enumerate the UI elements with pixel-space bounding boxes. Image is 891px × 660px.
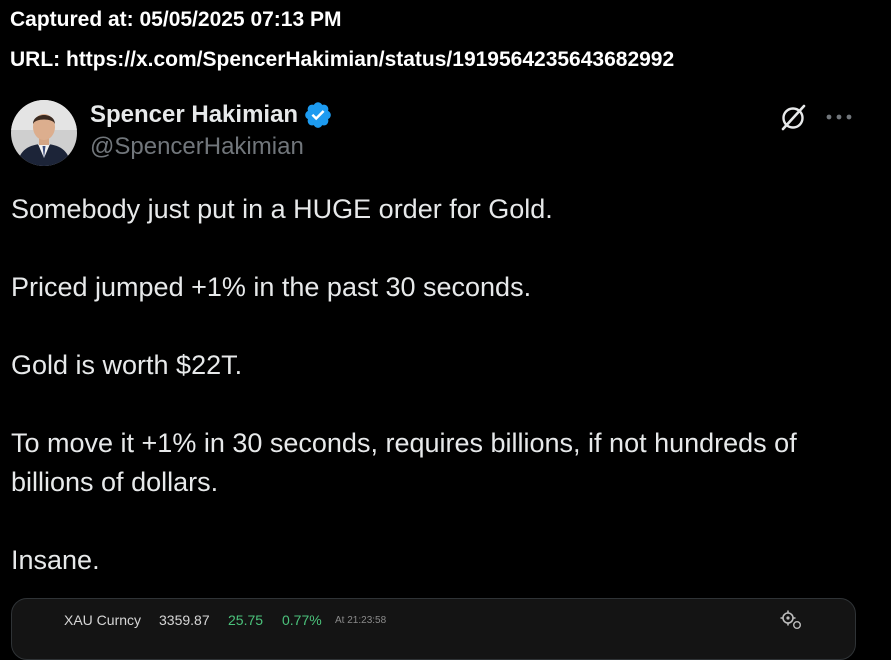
tweet-paragraph: Priced jumped +1% in the past 30 seconds…	[11, 272, 532, 302]
tweet-paragraph: To move it +1% in 30 seconds, requires b…	[11, 428, 797, 497]
tweet-media-card[interactable]: XAU Curncy 3359.87 25.75 0.77% At 21:23:…	[11, 598, 856, 660]
ticker-symbol: XAU Curncy	[64, 612, 142, 628]
ticker-change: 25.75	[228, 612, 264, 628]
tweet-paragraph: Somebody just put in a HUGE order for Go…	[11, 194, 553, 224]
verified-badge-icon	[303, 100, 333, 130]
ticker-time: At 21:23:58	[335, 615, 387, 626]
ticker-change-percent: 0.77%	[282, 612, 322, 628]
ticker-price: 3359.87	[159, 612, 210, 628]
tweet-paragraph: Insane.	[11, 545, 100, 575]
grok-icon[interactable]	[778, 102, 808, 132]
avatar[interactable]	[11, 100, 77, 166]
gears-icon	[779, 609, 803, 631]
url-text: URL: https://x.com/SpencerHakimian/statu…	[10, 48, 675, 71]
author-name-row: Spencer Hakimian	[90, 100, 333, 130]
tweet-text: Somebody just put in a HUGE order for Go…	[11, 190, 841, 580]
author-handle[interactable]: @SpencerHakimian	[90, 133, 304, 161]
avatar-image	[11, 100, 77, 166]
author-display-name[interactable]: Spencer Hakimian	[90, 101, 298, 129]
more-options-icon[interactable]	[824, 105, 854, 129]
tweet-paragraph: Gold is worth $22T.	[11, 350, 243, 380]
ticker-bar: XAU Curncy 3359.87 25.75 0.77% At 21:23:…	[12, 599, 855, 639]
captured-at-text: Captured at: 05/05/2025 07:13 PM	[10, 8, 342, 31]
